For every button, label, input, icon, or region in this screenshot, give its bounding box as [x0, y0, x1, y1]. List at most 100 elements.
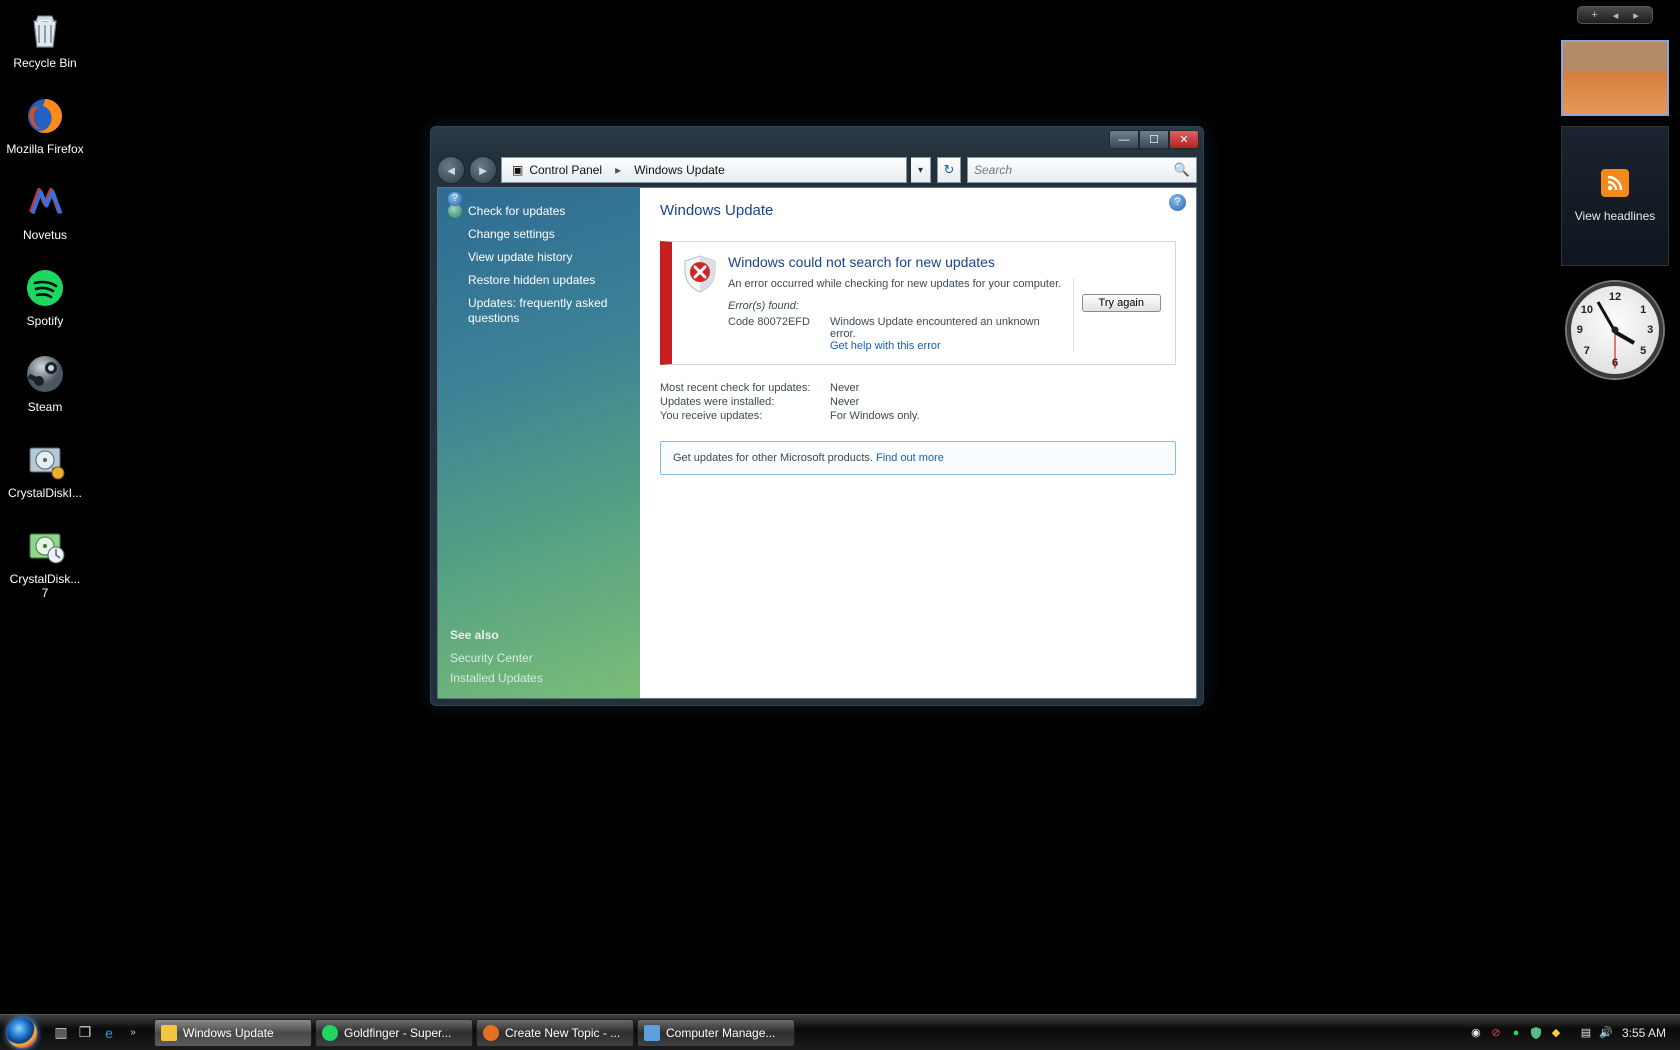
help-icon[interactable]: ? — [1169, 194, 1186, 211]
switch-windows-button[interactable]: ❐ — [74, 1020, 96, 1046]
info-label: Updates were installed: — [660, 396, 830, 408]
sidebar-security-center[interactable]: Security Center — [438, 648, 640, 668]
task-compmgmt[interactable]: Computer Manage... — [637, 1019, 795, 1047]
crystaldisk-icon — [21, 436, 69, 484]
ie-button[interactable]: e — [98, 1020, 120, 1046]
rss-gadget[interactable]: View headlines — [1561, 126, 1669, 266]
desktop-icon-recycle-bin[interactable]: Recycle Bin — [6, 6, 84, 70]
show-desktop-button[interactable]: ▥ — [50, 1020, 72, 1046]
start-button[interactable] — [0, 1015, 44, 1050]
desktop-icon-steam[interactable]: Steam — [6, 350, 84, 414]
titlebar-buttons: — ☐ ✕ — [1109, 130, 1199, 149]
sidebar-restore-hidden[interactable]: Restore hidden updates — [438, 269, 640, 292]
maximize-button[interactable]: ☐ — [1139, 130, 1169, 149]
task-label: Create New Topic - ... — [505, 1026, 620, 1040]
task-label: Goldfinger - Super... — [344, 1026, 451, 1040]
task-icon — [483, 1025, 499, 1041]
next-icon: ▸ — [1633, 9, 1639, 22]
search-input[interactable] — [974, 163, 1174, 177]
spotify-icon — [21, 264, 69, 312]
info-value: Never — [830, 396, 859, 408]
quick-launch-more[interactable]: » — [122, 1020, 144, 1046]
close-button[interactable]: ✕ — [1169, 130, 1199, 149]
desktop-icon-crystaldisk7[interactable]: CrystalDisk... 7 — [6, 522, 84, 600]
error-code: Code 80072EFD — [728, 316, 820, 352]
tray-security-icon[interactable] — [1528, 1025, 1544, 1041]
toolbar: ◄ ► ▣Control Panel ▸ Windows Update ▾ ↻ … — [437, 154, 1197, 186]
task-icon — [322, 1025, 338, 1041]
clock-gadget[interactable]: 121 35 67 910 — [1567, 282, 1663, 378]
desktop-label: CrystalDisk... 7 — [6, 572, 84, 600]
taskbar-clock[interactable]: 3:55 AM — [1618, 1026, 1670, 1040]
breadcrumb-dropdown[interactable]: ▾ — [911, 157, 931, 183]
task-label: Windows Update — [183, 1026, 274, 1040]
slideshow-gadget[interactable] — [1561, 40, 1669, 116]
system-tray: ◉ ⊘ ● ◆ ▤ 🔊 3:55 AM — [1468, 1025, 1680, 1041]
windows-update-window: — ☐ ✕ ◄ ► ▣Control Panel ▸ Windows Updat… — [430, 126, 1204, 706]
error-help-link[interactable]: Get help with this error — [830, 340, 941, 352]
desktop-icon-spotify[interactable]: Spotify — [6, 264, 84, 328]
search-box[interactable]: 🔍 — [967, 157, 1197, 183]
gadget-controls[interactable]: + ◂ ▸ — [1577, 6, 1653, 24]
breadcrumb[interactable]: ▣Control Panel ▸ Windows Update — [501, 157, 907, 183]
info-value: For Windows only. — [830, 410, 920, 422]
error-title: Windows could not search for new updates — [728, 254, 1169, 270]
minimize-button[interactable]: — — [1109, 130, 1139, 149]
desktop-label: Spotify — [27, 314, 64, 328]
task-firefox[interactable]: Create New Topic - ... — [476, 1019, 634, 1047]
main-panel: ? Windows Update Windows could not searc… — [640, 188, 1196, 698]
back-button[interactable]: ◄ — [437, 156, 465, 184]
tray-volume-icon[interactable]: 🔊 — [1598, 1025, 1614, 1041]
forward-button[interactable]: ► — [469, 156, 497, 184]
tray-update-icon[interactable]: ◆ — [1548, 1025, 1564, 1041]
info-label: Most recent check for updates: — [660, 382, 830, 394]
start-orb-icon — [6, 1017, 38, 1049]
task-spotify[interactable]: Goldfinger - Super... — [315, 1019, 473, 1047]
desktop-icon-novetus[interactable]: Novetus — [6, 178, 84, 242]
taskbar-tasks: Windows Update Goldfinger - Super... Cre… — [154, 1019, 795, 1047]
promo-text: Get updates for other Microsoft products… — [673, 452, 876, 464]
sidebar-installed-updates[interactable]: Installed Updates — [438, 668, 640, 688]
sidebar-change-settings[interactable]: Change settings — [438, 223, 640, 246]
tray-steam-icon[interactable]: ◉ — [1468, 1025, 1484, 1041]
promo-box: Get updates for other Microsoft products… — [660, 441, 1176, 475]
try-again-button[interactable]: Try again — [1082, 294, 1161, 312]
firefox-icon — [21, 92, 69, 140]
breadcrumb-seg: Control Panel — [529, 163, 602, 177]
taskbar: ▥ ❐ e » Windows Update Goldfinger - Supe… — [0, 1014, 1680, 1050]
desktop-label: Mozilla Firefox — [6, 142, 83, 156]
page-title: Windows Update — [660, 202, 1176, 219]
desktop-label: CrystalDiskI... — [8, 486, 82, 500]
gadget-sidebar: + ◂ ▸ View headlines 121 35 67 910 — [1558, 6, 1672, 378]
error-detail: Windows Update encountered an unknown er… — [830, 316, 1040, 340]
tray-network-icon[interactable]: ▤ — [1578, 1025, 1594, 1041]
rss-label: View headlines — [1575, 209, 1656, 223]
see-also-label: See also — [438, 628, 640, 648]
desktop-label: Recycle Bin — [13, 56, 76, 70]
error-message: An error occurred while checking for new… — [728, 278, 1063, 290]
refresh-button[interactable]: ↻ — [937, 157, 961, 183]
update-info: Most recent check for updates:Never Upda… — [660, 381, 1176, 423]
search-icon: 🔍 — [1174, 162, 1190, 178]
prev-icon: ◂ — [1613, 9, 1619, 22]
sidebar-check-updates[interactable]: Check for updates — [438, 200, 640, 223]
sidebar-faq[interactable]: Updates: frequently asked questions — [438, 292, 640, 330]
task-windows-update[interactable]: Windows Update — [154, 1019, 312, 1047]
sidebar-view-history[interactable]: View update history — [438, 246, 640, 269]
desktop-icon-firefox[interactable]: Mozilla Firefox — [6, 92, 84, 156]
tray-error-icon[interactable]: ⊘ — [1488, 1025, 1504, 1041]
tray-spotify-icon[interactable]: ● — [1508, 1025, 1524, 1041]
desktop-label: Steam — [28, 400, 63, 414]
task-icon — [644, 1025, 660, 1041]
recycle-bin-icon — [21, 6, 69, 54]
promo-link[interactable]: Find out more — [876, 452, 944, 464]
novetus-icon — [21, 178, 69, 226]
shield-error-icon — [682, 254, 718, 352]
window-body: Check for updates Change settings View u… — [437, 187, 1197, 699]
plus-icon: + — [1591, 9, 1597, 21]
breadcrumb-seg: Windows Update — [634, 163, 725, 177]
crystaldisk7-icon — [21, 522, 69, 570]
desktop-icon-crystaldiskinfo[interactable]: CrystalDiskI... — [6, 436, 84, 500]
info-label: You receive updates: — [660, 410, 830, 422]
desktop-label: Novetus — [23, 228, 67, 242]
